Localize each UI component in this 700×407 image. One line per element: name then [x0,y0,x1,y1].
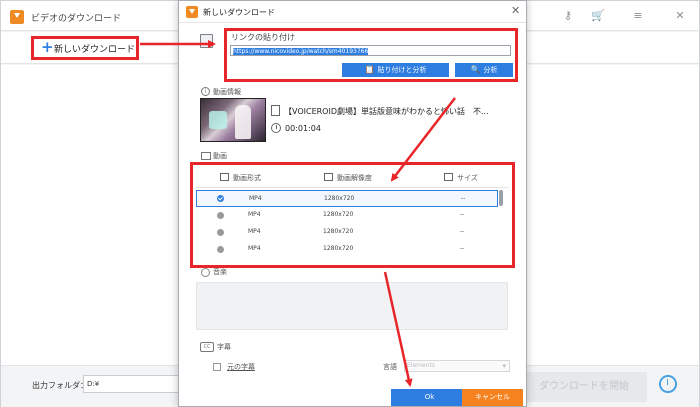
radio-selected[interactable] [217,195,224,202]
cell-size: -- [460,211,465,218]
cell-resolution: 1280x720 [323,211,354,218]
plus-icon: + [41,38,54,56]
paste-link-section: リンクの貼り付け https://www.nicovideo.jp/watch/… [224,28,518,82]
cell-size: -- [460,245,465,252]
paste-and-analyze-label: 貼り付けと分析 [377,66,427,74]
ok-button[interactable]: Ok [391,389,468,406]
info-icon: i [201,87,210,96]
language-label: 言語 [383,363,397,371]
original-subtitle-label[interactable]: 元の字幕 [227,362,255,372]
alarm-clock-icon[interactable] [659,375,677,393]
cell-format: MP4 [249,195,262,202]
resolution-icon [324,173,333,181]
cell-size: -- [460,228,465,235]
cancel-button[interactable]: キャンセル [462,389,523,406]
video-thumbnail [200,98,266,142]
dialog-titlebar: 新しいダウンロード ✕ [179,1,526,23]
language-select[interactable]: Elements [404,360,510,372]
subtitle-cc-icon: CC [200,342,214,352]
table-scrollbar[interactable] [499,190,503,206]
new-download-button[interactable]: + 新しいダウンロード [31,36,139,60]
column-header-resolution-label: 動画解像度 [337,174,372,182]
video-format-table: 動画形式 動画解像度 サイズ MP4 1280x720 -- MP4 1280x… [190,162,515,268]
table-row[interactable]: MP4 1280x720 -- [196,207,498,224]
app-download-icon [10,10,24,24]
dialog-close-icon[interactable]: ✕ [511,4,520,18]
video-title: 【VOICEROID劇場】単話版意味がわかると怖い話 不... [284,107,489,116]
start-download-button[interactable]: ダウンロードを開始 [521,372,647,402]
cell-format: MP4 [248,228,261,235]
video-section-label: 動画 [213,152,227,160]
clock-icon [271,123,281,133]
analyze-label: 分析 [483,66,498,74]
column-header-format: 動画形式 [220,173,261,183]
table-header: 動画形式 動画解像度 サイズ [196,168,509,188]
url-input[interactable]: https://www.nicovideo.jp/watch/sm4019376… [230,45,511,56]
close-icon[interactable]: ✕ [673,10,687,22]
paste-link-label: リンクの貼り付け [231,33,295,42]
main-window-title: ビデオのダウンロード [31,14,122,24]
dialog-title: 新しいダウンロード [203,8,275,17]
dialog-app-icon [186,6,198,18]
analyze-button[interactable]: 🔍 分析 [455,63,513,77]
video-section-icon [201,152,211,160]
table-row[interactable]: MP4 1280x720 -- [196,241,498,258]
url-text: https://www.nicovideo.jp/watch/sm4019376… [233,48,369,55]
paste-and-analyze-button[interactable]: 📋 貼り付けと分析 [342,63,449,77]
cart-icon[interactable]: 🛒 [591,10,605,22]
column-header-resolution: 動画解像度 [324,173,372,183]
folder-icon [444,173,453,181]
table-row[interactable]: MP4 1280x720 -- [196,224,498,241]
table-row[interactable]: MP4 1280x720 -- [196,190,498,207]
column-header-size-label: サイズ [457,174,478,182]
subtitle-section-label: 字幕 [217,343,231,351]
radio-unselected[interactable] [217,246,224,253]
cell-format: MP4 [248,245,261,252]
cell-size: -- [461,195,466,202]
output-folder-label: 出力フォルダ： [32,381,88,390]
format-icon [220,173,229,181]
search-icon: 🔍 [470,65,481,74]
cell-resolution: 1280x720 [324,195,355,202]
menu-icon[interactable]: ≡ [631,10,645,22]
video-duration: 00:01:04 [285,124,321,133]
cell-format: MP4 [248,211,261,218]
video-info-label: 動画情報 [213,88,241,96]
audio-section-label: 音楽 [213,268,227,276]
column-header-format-label: 動画形式 [233,174,261,182]
new-download-label: 新しいダウンロード [54,45,136,55]
original-subtitle-checkbox[interactable] [213,363,221,371]
new-download-dialog: 新しいダウンロード ✕ リンクの貼り付け https://www.nicovid… [178,0,527,407]
column-header-size: サイズ [444,173,478,183]
output-folder-input[interactable]: D:¥ [83,375,179,393]
paste-icon: 📋 [364,65,375,74]
audio-list-area [196,282,508,330]
radio-unselected[interactable] [217,212,224,219]
music-icon [201,268,210,277]
clipboard-icon [200,34,213,48]
radio-unselected[interactable] [217,229,224,236]
cell-resolution: 1280x720 [323,228,354,235]
cell-resolution: 1280x720 [323,245,354,252]
document-icon [271,105,280,116]
key-icon[interactable]: ⚷ [561,10,575,22]
